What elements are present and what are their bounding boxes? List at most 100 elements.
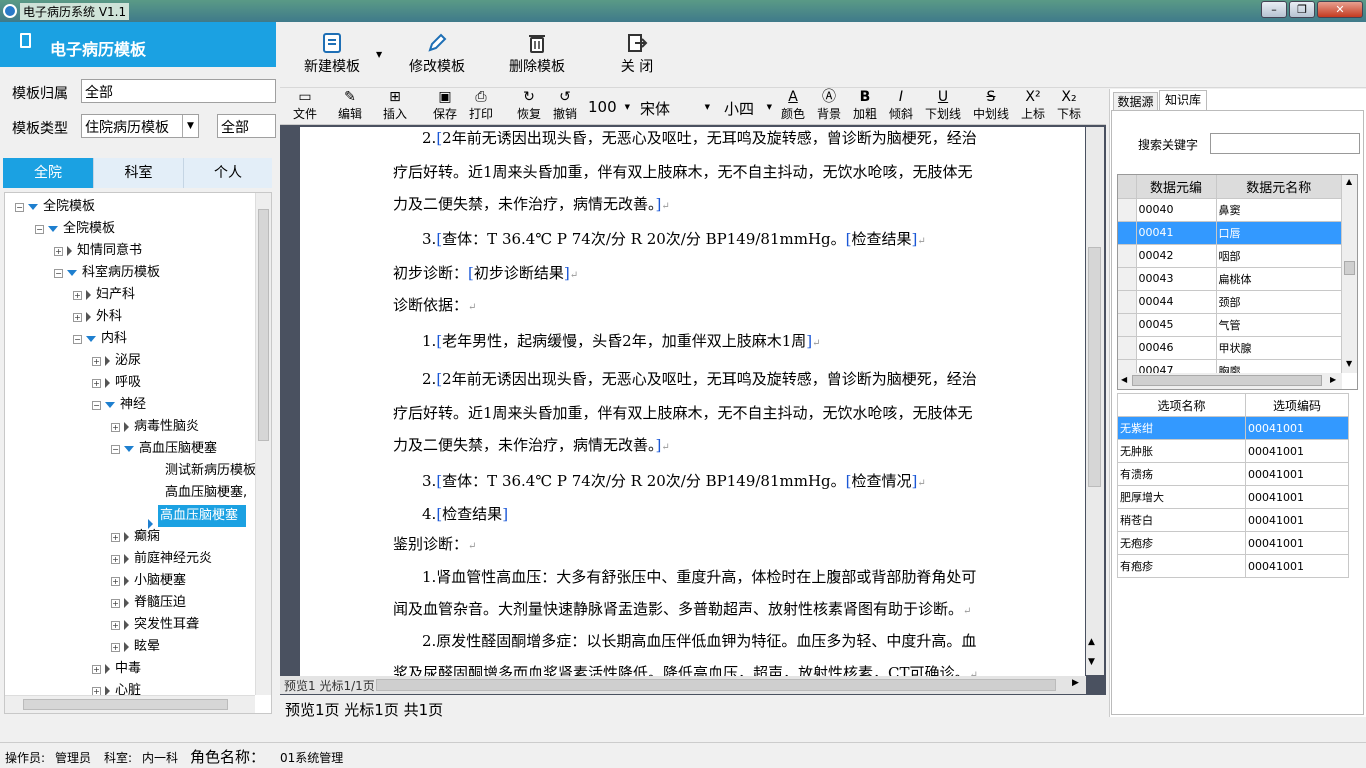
doc-field[interactable]: 检查结果 (852, 230, 912, 248)
doc-field[interactable]: 检查结果 (442, 505, 502, 523)
tree-node[interactable]: − 科室病历模板 (54, 263, 160, 283)
chevron-down-icon[interactable]: ▼ (376, 50, 382, 59)
expand-icon[interactable]: + (111, 577, 120, 586)
table-row[interactable]: 00040 鼻窦 (1118, 198, 1342, 222)
tree-node[interactable]: + 突发性耳聋 (111, 615, 199, 635)
scroll-thumb[interactable] (1088, 247, 1101, 487)
collapse-icon[interactable]: − (15, 203, 24, 212)
tree-node[interactable]: + 小脑梗塞 (111, 571, 186, 591)
scroll-thumb[interactable] (258, 209, 269, 441)
expand-icon[interactable]: + (111, 423, 120, 432)
tree-node[interactable]: + 妇产科 (73, 285, 135, 305)
doc-field[interactable]: 初步诊断结果 (474, 264, 564, 282)
expand-icon[interactable]: + (111, 643, 120, 652)
page-down-icon[interactable]: ▼ (1088, 657, 1095, 667)
table-row[interactable]: 00043 扁桃体 (1118, 267, 1342, 291)
tab-personal[interactable]: 个人 (183, 158, 272, 188)
background-button[interactable]: Ⓐ 背景 (814, 90, 844, 121)
size-select[interactable]: 小四 ▼ (724, 98, 774, 120)
tab-hospital[interactable]: 全院 (3, 158, 93, 188)
table-row-selected[interactable]: 00041 口唇 (1118, 221, 1342, 245)
strikethrough-button[interactable]: S 中划线 (970, 90, 1012, 121)
collapse-icon[interactable]: − (73, 335, 82, 344)
scroll-thumb[interactable] (23, 699, 228, 710)
new-template-button[interactable]: 新建模板 (298, 32, 366, 76)
tab-data-source[interactable]: 数据源 (1113, 92, 1158, 110)
template-tree[interactable]: − 全院模板 − 全院模板 + 知情同意书 − 科室病历模板 + 妇产科 + 外科 − 内科 … (4, 192, 272, 714)
expand-icon[interactable]: + (73, 313, 82, 322)
expand-icon[interactable]: + (92, 357, 101, 366)
col-header[interactable]: 数据元编 (1136, 175, 1217, 199)
col-header[interactable]: 数据元名称 (1216, 175, 1342, 199)
tab-knowledge-base[interactable]: 知识库 (1159, 90, 1207, 110)
font-select[interactable]: 宋体 ▼ (640, 98, 712, 120)
table-row[interactable]: 00045 气管 (1118, 313, 1342, 337)
scroll-left-icon[interactable]: ◀ (1121, 375, 1127, 384)
document-vscrollbar[interactable]: ▲ ▼ (1086, 127, 1104, 675)
type-extra-field[interactable]: 全部 (217, 114, 276, 138)
scroll-thumb[interactable] (376, 679, 1056, 691)
table-row[interactable]: 稍苍白 00041001 (1117, 508, 1349, 532)
tree-node[interactable]: + 中毒 (92, 659, 141, 679)
tree-node[interactable]: − 全院模板 (15, 197, 95, 217)
tab-department[interactable]: 科室 (93, 158, 183, 188)
expand-icon[interactable]: + (54, 247, 63, 256)
tree-node[interactable]: + 前庭神经元炎 (111, 549, 212, 569)
edit-template-button[interactable]: 修改模板 (402, 32, 472, 76)
table-row[interactable]: 00046 甲状腺 (1118, 336, 1342, 360)
scroll-thumb[interactable] (1132, 375, 1322, 386)
close-template-button[interactable]: 关 闭 (612, 32, 662, 76)
tree-node[interactable]: − 全院模板 (35, 219, 115, 239)
minimize-button[interactable]: – (1261, 1, 1287, 18)
owner-field[interactable]: 全部 (81, 79, 276, 103)
grid-vscrollbar[interactable]: ▲ ▼ (1342, 175, 1357, 373)
expand-icon[interactable]: + (111, 599, 120, 608)
scroll-up-icon[interactable]: ▲ (1346, 177, 1352, 186)
tree-leaf[interactable]: 高血压脑梗塞, (165, 483, 255, 503)
table-row[interactable]: 00044 颈部 (1118, 290, 1342, 314)
col-header[interactable]: 选项名称 (1117, 393, 1246, 417)
expand-icon[interactable]: + (92, 379, 101, 388)
collapse-icon[interactable]: − (92, 401, 101, 410)
insert-menu-button[interactable]: ⊞ 插入 (379, 90, 411, 121)
underline-button[interactable]: U 下划线 (922, 90, 964, 121)
italic-button[interactable]: I 倾斜 (886, 90, 916, 121)
collapse-icon[interactable]: − (54, 269, 63, 278)
delete-template-button[interactable]: 删除模板 (502, 32, 572, 76)
tree-node[interactable]: + 泌尿 (92, 351, 141, 371)
expand-icon[interactable]: + (111, 621, 120, 630)
table-row[interactable]: 无疱疹 00041001 (1117, 531, 1349, 555)
tree-node[interactable]: + 癫痫 (111, 527, 160, 547)
scroll-down-icon[interactable]: ▼ (1346, 359, 1352, 368)
document-page[interactable]: 2.[2年前无诱因出现头昏，无恶心及呕吐，无耳鸣及旋转感，曾诊断为脑梗死，经治 … (300, 127, 1085, 676)
undo-button[interactable]: ↺ 撤销 (550, 90, 580, 121)
expand-icon[interactable]: + (111, 555, 120, 564)
zoom-select[interactable]: 100 ▼ (588, 98, 632, 120)
search-keyword-input[interactable] (1210, 133, 1360, 154)
tree-leaf[interactable]: 测试新病历模板 (165, 461, 255, 481)
table-row[interactable]: 有疱疹 00041001 (1117, 554, 1349, 578)
restore-button[interactable]: ❐ (1289, 1, 1315, 18)
scroll-thumb[interactable] (1344, 261, 1355, 275)
superscript-button[interactable]: X² 上标 (1018, 90, 1048, 121)
tree-node[interactable]: − 神经 (92, 395, 146, 415)
table-row[interactable]: 无肿胀 00041001 (1117, 439, 1349, 463)
chevron-down-icon[interactable]: ▼ (182, 115, 198, 137)
save-button[interactable]: ▣ 保存 (430, 90, 460, 121)
template-type-select[interactable]: 住院病历模板 ▼ (81, 114, 199, 138)
tree-node[interactable]: + 外科 (73, 307, 122, 327)
tree-leaf-selected[interactable]: 高血压脑梗塞 (148, 505, 246, 529)
doc-field[interactable]: 检查情况 (852, 472, 912, 490)
tree-vscrollbar[interactable] (255, 193, 271, 695)
font-color-button[interactable]: A 颜色 (778, 90, 808, 121)
expand-icon[interactable]: + (92, 665, 101, 674)
table-row[interactable]: 00042 咽部 (1118, 244, 1342, 268)
tree-node[interactable]: − 高血压脑梗塞 (111, 439, 217, 459)
close-window-button[interactable]: ✕ (1317, 1, 1363, 18)
col-header[interactable]: 选项编码 (1245, 393, 1349, 417)
expand-icon[interactable]: + (73, 291, 82, 300)
collapse-icon[interactable]: − (35, 225, 44, 234)
redo-button[interactable]: ↻ 恢复 (514, 90, 544, 121)
tree-node[interactable]: − 内科 (73, 329, 127, 349)
subscript-button[interactable]: X₂ 下标 (1054, 90, 1084, 121)
